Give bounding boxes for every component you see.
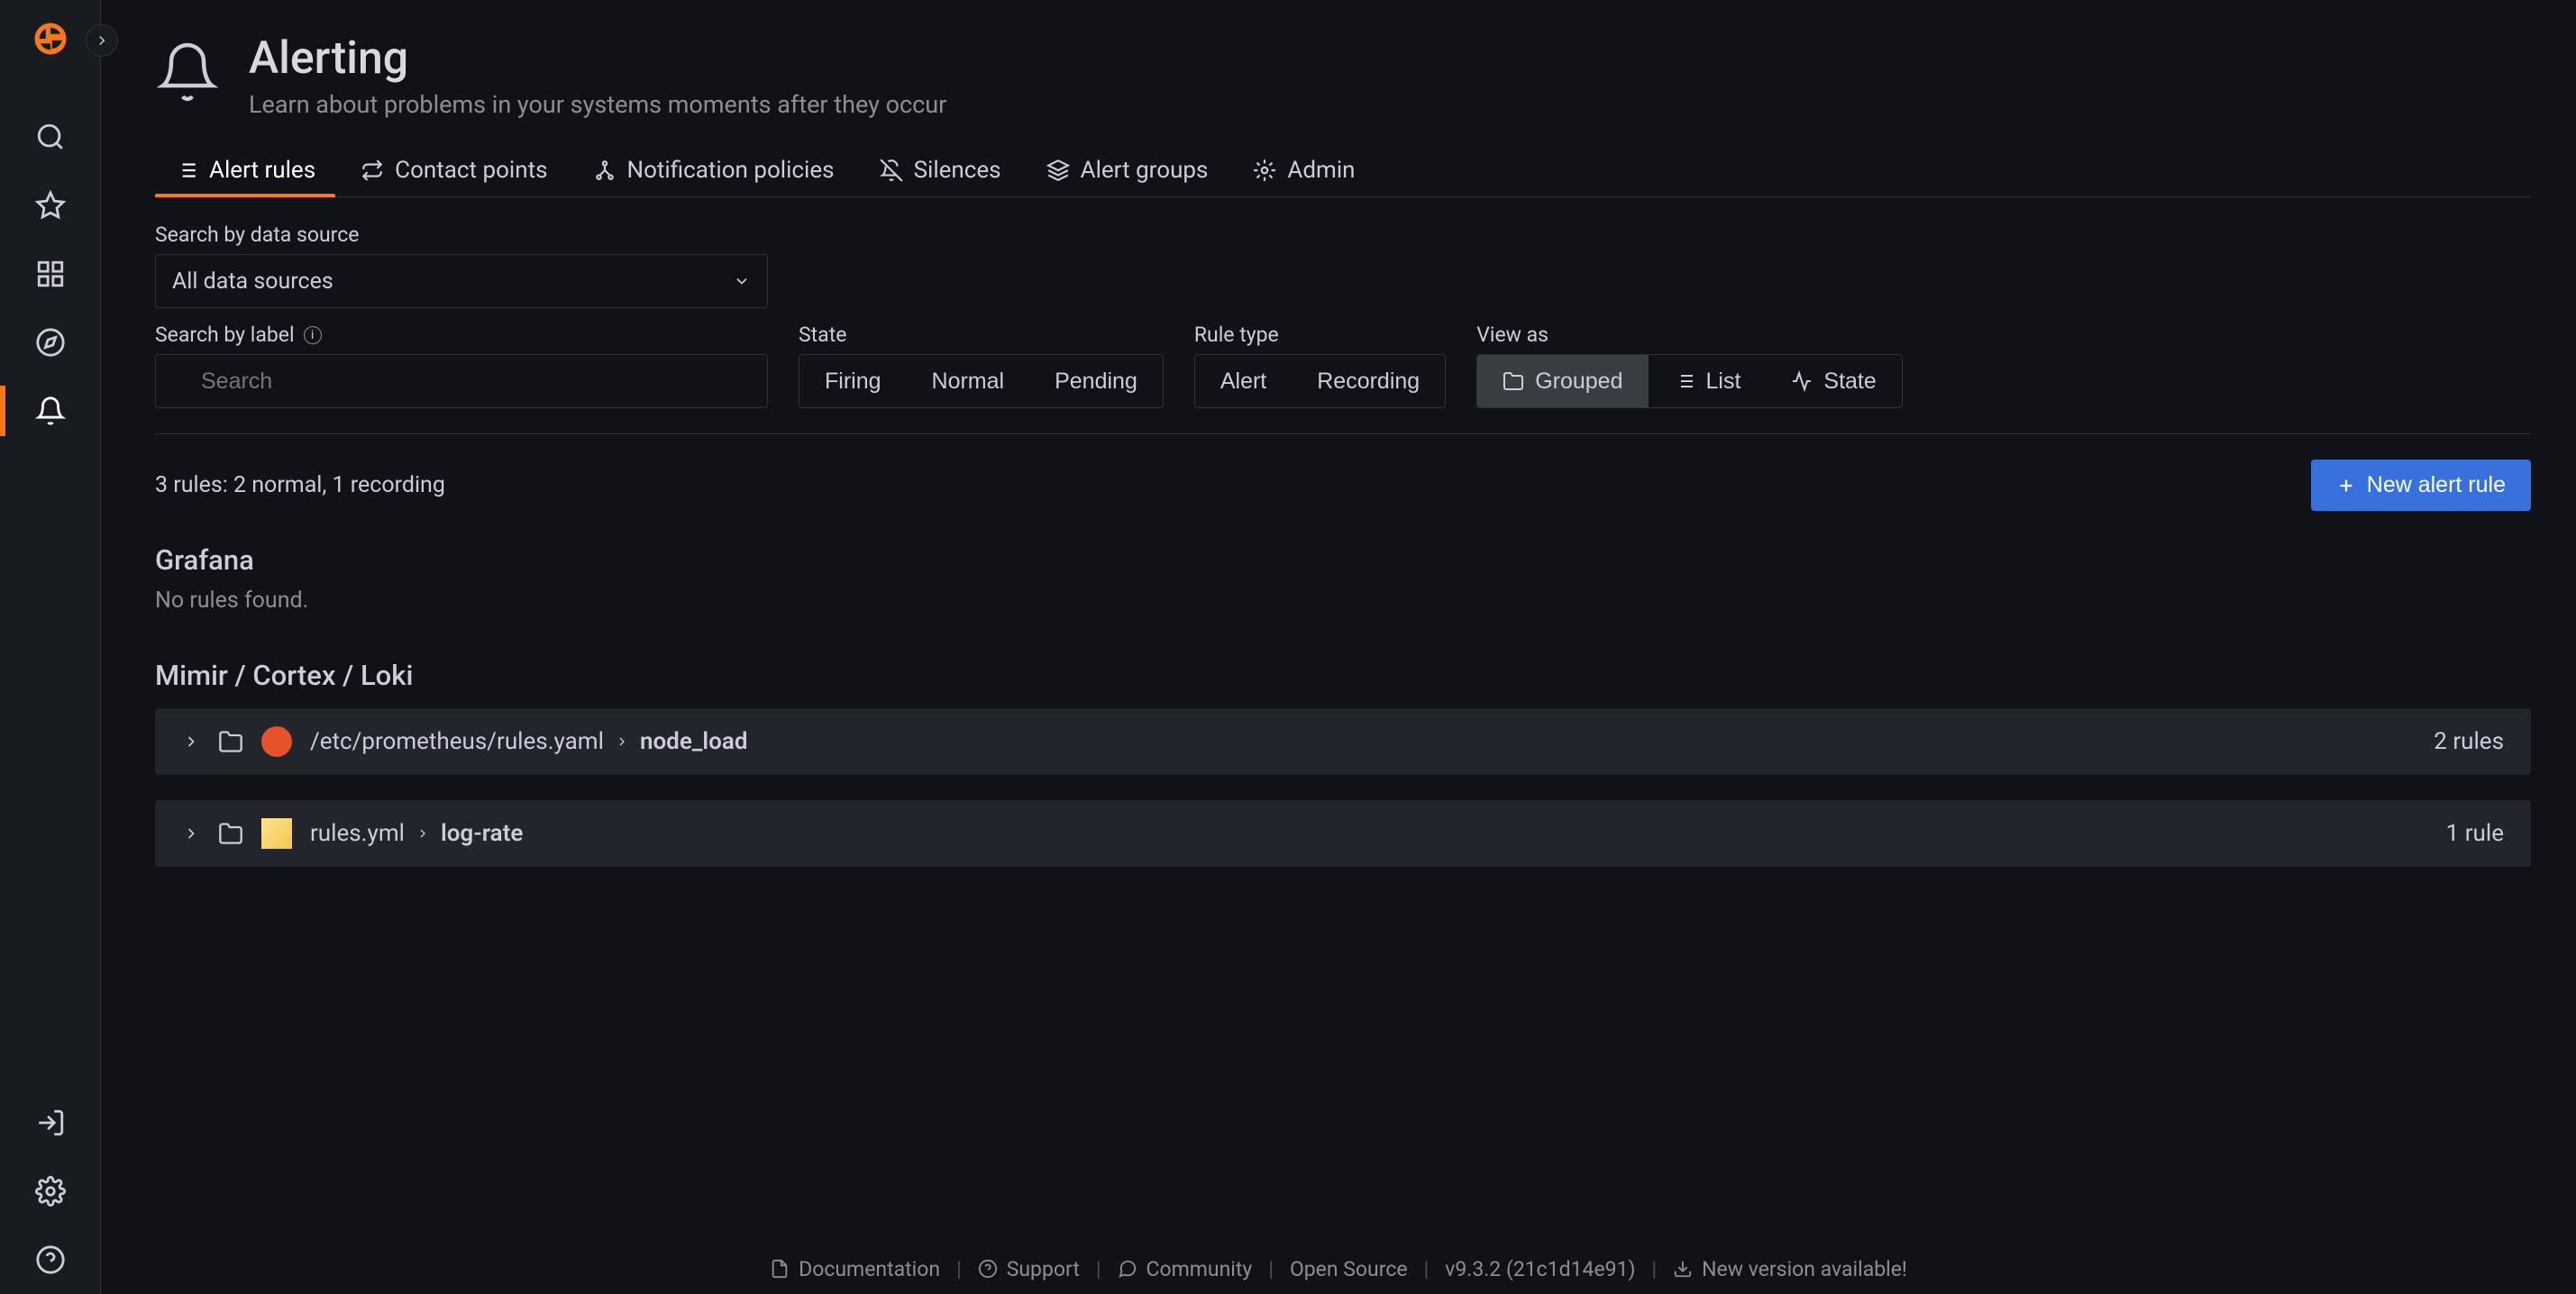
list-icon (1674, 370, 1695, 392)
datasource-select[interactable]: All data sources (155, 254, 768, 308)
footer-support[interactable]: Support (978, 1257, 1080, 1281)
view-grouped[interactable]: Grouped (1477, 355, 1648, 407)
nav-starred[interactable] (25, 180, 76, 231)
footer-new-version[interactable]: New version available! (1673, 1257, 1907, 1281)
rule-type-label: Rule type (1194, 323, 1446, 347)
rule-count: 1 rule (2446, 820, 2504, 847)
page-header: Alerting Learn about problems in your sy… (155, 32, 2531, 119)
state-normal[interactable]: Normal (907, 355, 1030, 407)
loki-icon (261, 818, 292, 849)
nav-settings[interactable] (25, 1166, 76, 1217)
tab-label: Admin (1287, 157, 1355, 184)
nav-alerting[interactable] (25, 386, 76, 436)
tab-alert-groups[interactable]: Alert groups (1027, 144, 1229, 196)
grafana-empty: No rules found. (155, 588, 2531, 614)
tab-admin[interactable]: Admin (1233, 144, 1375, 196)
folder-icon (1503, 370, 1524, 392)
comment-icon (1118, 1259, 1137, 1279)
chevron-right-icon (182, 733, 200, 751)
sidebar (0, 0, 101, 1294)
plus-icon (2336, 476, 2356, 496)
rule-path: /etc/prometheus/rules.yaml (310, 728, 604, 755)
rule-path: rules.yml (310, 820, 405, 847)
grafana-section-title: Grafana (155, 543, 2531, 577)
divider (155, 433, 2531, 434)
rules-summary: 3 rules: 2 normal, 1 recording (155, 472, 445, 498)
view-as-label: View as (1476, 323, 1903, 347)
rule-type-group: Alert Recording (1194, 354, 1446, 408)
chevron-right-icon (182, 825, 200, 843)
chevron-right-icon (615, 734, 629, 749)
nav-explore[interactable] (25, 317, 76, 368)
datasource-value: All data sources (172, 269, 333, 295)
footer-version[interactable]: v9.3.2 (21c1d14e91) (1445, 1257, 1635, 1281)
folder-icon (218, 821, 243, 846)
state-toggle-group: Firing Normal Pending (799, 354, 1164, 408)
tab-silences[interactable]: Silences (860, 144, 1021, 196)
chevron-right-icon (416, 826, 430, 841)
activity-icon (1791, 370, 1813, 392)
download-icon (1673, 1259, 1693, 1279)
rule-group-name: node_load (640, 728, 748, 755)
state-label: State (799, 323, 1164, 347)
nav-signin[interactable] (25, 1098, 76, 1148)
rule-type-alert[interactable]: Alert (1195, 355, 1292, 407)
view-state[interactable]: State (1766, 355, 1901, 407)
rule-type-recording[interactable]: Recording (1292, 355, 1445, 407)
rule-group-row[interactable]: /etc/prometheus/rules.yaml node_load 2 r… (155, 708, 2531, 775)
footer-open-source[interactable]: Open Source (1290, 1257, 1408, 1281)
footer-community[interactable]: Community (1118, 1257, 1253, 1281)
nav-help[interactable] (25, 1235, 76, 1285)
page-title: Alerting (249, 32, 946, 85)
tab-contact-points[interactable]: Contact points (341, 144, 567, 196)
tab-label: Alert rules (209, 157, 315, 184)
tab-alert-rules[interactable]: Alert rules (155, 144, 335, 196)
search-by-label-label: Search by label i (155, 323, 768, 347)
tab-label: Silences (914, 157, 1001, 184)
info-icon[interactable]: i (304, 326, 322, 344)
tabs: Alert rules Contact points Notification … (155, 144, 2531, 197)
document-icon (770, 1259, 790, 1279)
tab-label: Contact points (395, 157, 547, 184)
footer-documentation[interactable]: Documentation (770, 1257, 940, 1281)
state-firing[interactable]: Firing (799, 355, 907, 407)
search-input[interactable] (155, 354, 768, 408)
new-alert-rule-button[interactable]: New alert rule (2311, 460, 2531, 511)
question-icon (978, 1259, 998, 1279)
nav-dashboards[interactable] (25, 249, 76, 299)
bell-icon (155, 40, 220, 105)
tab-label: Notification policies (627, 157, 835, 184)
page-subtitle: Learn about problems in your systems mom… (249, 90, 946, 119)
tab-notification-policies[interactable]: Notification policies (573, 144, 854, 196)
mimir-section-title: Mimir / Cortex / Loki (155, 659, 2531, 692)
rule-group-row[interactable]: rules.yml log-rate 1 rule (155, 800, 2531, 867)
grafana-logo[interactable] (23, 11, 78, 67)
rule-group-name: log-rate (441, 820, 523, 847)
view-as-group: Grouped List State (1476, 354, 1903, 408)
nav-search[interactable] (25, 112, 76, 162)
datasource-label: Search by data source (155, 223, 768, 247)
view-list[interactable]: List (1649, 355, 1767, 407)
main-content: Alerting Learn about problems in your sy… (101, 0, 2576, 1294)
rule-count: 2 rules (2434, 728, 2504, 755)
footer: Documentation | Support | Community | Op… (101, 1244, 2576, 1294)
state-pending[interactable]: Pending (1029, 355, 1163, 407)
folder-icon (218, 729, 243, 754)
chevron-down-icon (733, 272, 751, 290)
tab-label: Alert groups (1081, 157, 1209, 184)
prometheus-icon (261, 726, 292, 757)
